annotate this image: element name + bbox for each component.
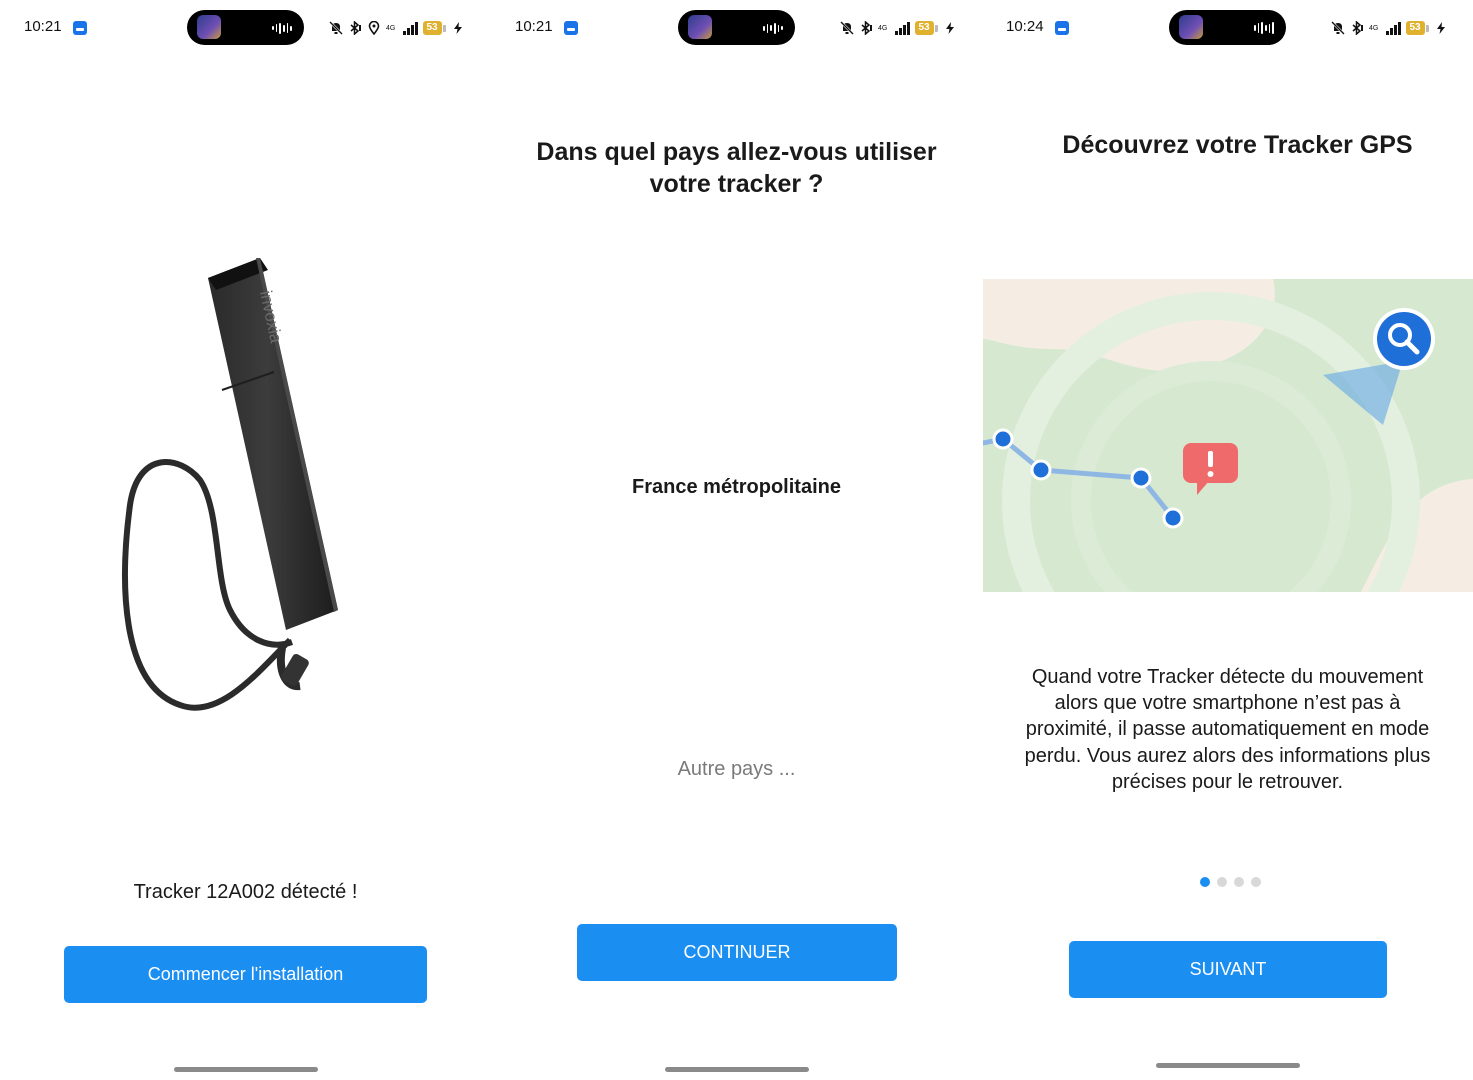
battery-level: 53	[914, 21, 934, 35]
battery-level: 53	[1405, 21, 1425, 35]
bluetooth-icon	[1352, 21, 1363, 35]
screen-country-select: 10:21 4G 53 Dans quel pays allez-vous ut…	[491, 0, 982, 1080]
dynamic-island[interactable]	[1169, 10, 1286, 45]
charging-icon	[453, 22, 462, 34]
dynamic-island[interactable]	[678, 10, 795, 45]
charging-icon	[1436, 22, 1445, 34]
location-icon	[368, 21, 380, 35]
signal-icon	[1386, 21, 1401, 35]
lost-mode-map-illustration	[983, 279, 1473, 592]
media-thumbnail	[688, 15, 712, 39]
network-type: 4G	[878, 24, 888, 32]
mute-icon	[329, 21, 343, 35]
network-type: 4G	[1369, 24, 1379, 32]
screen-discover-tracker: 10:24 4G 53 Découvrez votre Tracker GPS	[982, 0, 1473, 1080]
audio-wave-icon	[1254, 22, 1275, 34]
app-notification-icon	[1055, 21, 1069, 35]
battery-icon	[934, 24, 938, 32]
page-dot-1[interactable]	[1200, 877, 1210, 887]
page-dot-2[interactable]	[1217, 877, 1227, 887]
other-country-option[interactable]: Autre pays ...	[491, 758, 982, 781]
bluetooth-icon	[350, 21, 361, 35]
dynamic-island[interactable]	[187, 10, 304, 45]
page-indicator[interactable]	[1200, 877, 1261, 887]
tracker-device-image: invoxia	[122, 258, 338, 711]
start-installation-button[interactable]: Commencer l'installation	[64, 946, 427, 1003]
home-indicator[interactable]	[174, 1067, 318, 1072]
tracker-detected-message: Tracker 12A002 détecté !	[133, 881, 358, 903]
mute-icon	[1331, 21, 1345, 35]
media-thumbnail	[1179, 15, 1203, 39]
country-option-france[interactable]: France métropolitaine	[491, 476, 982, 499]
battery-icon	[442, 24, 446, 32]
status-icons: 4G 53	[1331, 19, 1448, 37]
status-time: 10:21	[24, 18, 62, 35]
audio-wave-icon	[763, 22, 784, 34]
screen-tracker-detected: 10:21 4G 53 invoxia Tracker 12A002 détec…	[0, 0, 491, 1080]
status-bar: 10:21 4G 53	[491, 10, 982, 46]
mute-icon	[840, 21, 854, 35]
bluetooth-icon	[861, 21, 872, 35]
page-title: Dans quel pays allez-vous utiliser votre…	[536, 138, 937, 198]
app-notification-icon	[564, 21, 578, 35]
page-title: Découvrez votre Tracker GPS	[1062, 131, 1413, 159]
battery-icon	[1425, 24, 1429, 32]
app-notification-icon	[73, 21, 87, 35]
signal-icon	[403, 21, 418, 35]
page-dot-3[interactable]	[1234, 877, 1244, 887]
media-thumbnail	[197, 15, 221, 39]
status-time: 10:24	[1006, 18, 1044, 35]
status-time: 10:21	[515, 18, 553, 35]
audio-wave-icon	[272, 22, 293, 34]
signal-icon	[895, 21, 910, 35]
network-type: 4G	[386, 24, 396, 32]
status-icons: 4G 53	[329, 19, 465, 37]
search-icon	[1373, 308, 1435, 370]
status-bar: 10:21 4G 53	[0, 10, 491, 46]
continue-button[interactable]: CONTINUER	[577, 924, 897, 981]
home-indicator[interactable]	[1156, 1063, 1300, 1068]
lost-mode-description: Quand votre Tracker détecte du mouvement…	[1024, 666, 1431, 793]
status-icons: 4G 53	[840, 19, 957, 37]
home-indicator[interactable]	[665, 1067, 809, 1072]
page-dot-4[interactable]	[1251, 877, 1261, 887]
next-button[interactable]: SUIVANT	[1069, 941, 1387, 998]
status-bar: 10:24 4G 53	[982, 10, 1473, 46]
charging-icon	[945, 22, 954, 34]
battery-level: 53	[422, 21, 442, 35]
